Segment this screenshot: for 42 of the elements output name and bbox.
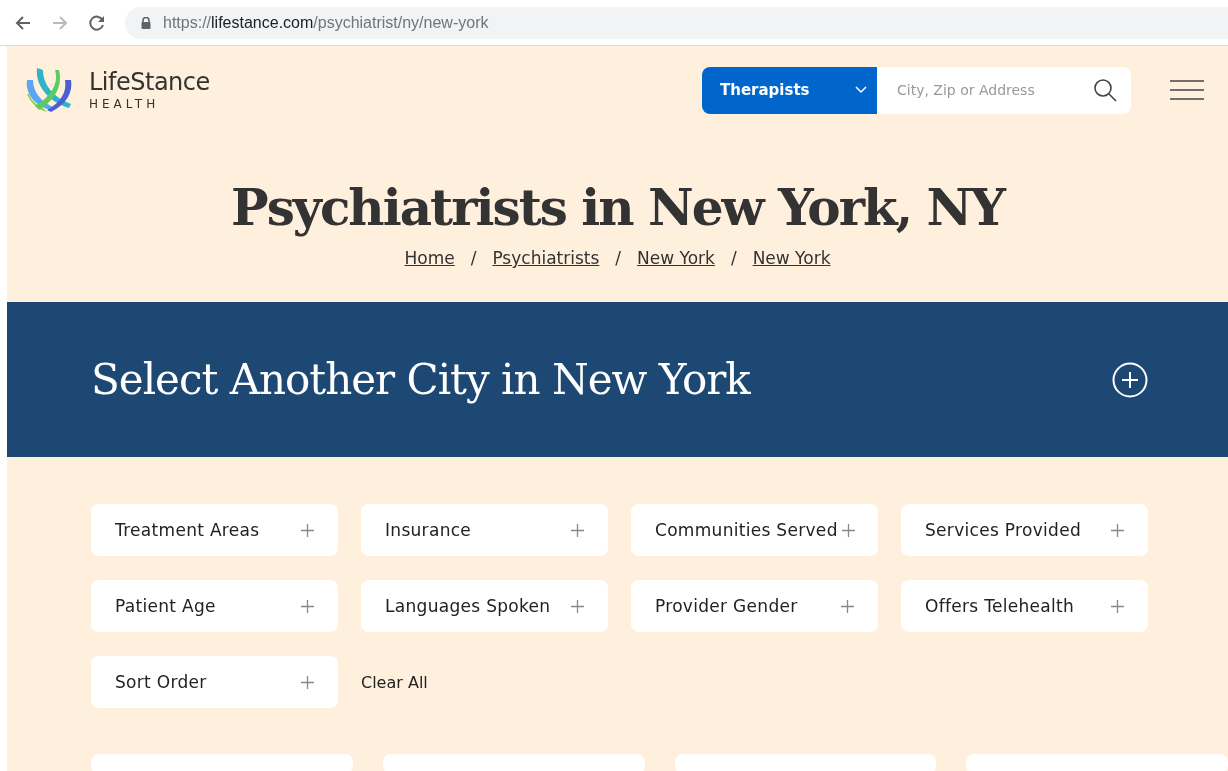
plus-icon [841,599,854,613]
filter-button[interactable]: Treatment Areas [91,504,338,556]
plus-icon [301,523,314,537]
plus-icon [1111,599,1124,613]
address-bar[interactable]: https://lifestance.com/psychiatrist/ny/new-york [125,6,1228,39]
menu-icon[interactable] [1170,79,1204,101]
page-title: Psychiatrists in New York, NY [230,177,1007,239]
back-icon[interactable] [14,13,32,32]
filter-button[interactable]: Services Provided [901,504,1148,556]
clear-all-link[interactable]: Clear All [361,672,608,692]
breadcrumb-link[interactable]: New York [752,248,831,268]
search-icon[interactable] [1093,78,1117,102]
plus-circle-icon[interactable] [1112,361,1148,398]
filter-button[interactable]: Sort Order [91,656,338,708]
location-search-field[interactable]: City, Zip or Address [895,81,1093,99]
url-text: https://lifestance.com/psychiatrist/ny/new-york [163,13,489,32]
breadcrumb-link[interactable]: New York [637,248,715,268]
panel-title: Select Another City in New York [91,355,750,404]
breadcrumb-separator: / [615,248,622,268]
city-selector-panel[interactable]: Select Another City in New York [7,302,1228,457]
reload-icon[interactable] [88,13,106,32]
plus-icon [841,523,855,537]
breadcrumb-link[interactable]: Psychiatrists [492,248,600,268]
plus-icon [571,599,584,613]
plus-icon [301,599,314,613]
logo-tagline: HEALTH [89,96,161,112]
filter-button[interactable]: Insurance [361,504,608,556]
filter-button[interactable]: Offers Telehealth [901,580,1148,632]
filter-button[interactable]: Patient Age [91,580,338,632]
plus-icon [301,675,314,689]
breadcrumb-link[interactable]: Home [404,248,455,268]
filter-button[interactable]: Communities Served [631,504,878,556]
plus-icon [1111,523,1124,537]
breadcrumb-separator: / [730,248,737,268]
category-dropdown[interactable]: Therapists [702,66,877,114]
plus-icon [571,523,584,537]
chevron-down-icon [855,86,867,94]
logo-name: LifeStance [89,68,210,96]
filter-button[interactable]: Languages Spoken [361,580,608,632]
breadcrumb-separator: / [470,248,477,268]
filter-button[interactable]: Provider Gender [631,580,878,632]
lock-icon [141,16,151,29]
